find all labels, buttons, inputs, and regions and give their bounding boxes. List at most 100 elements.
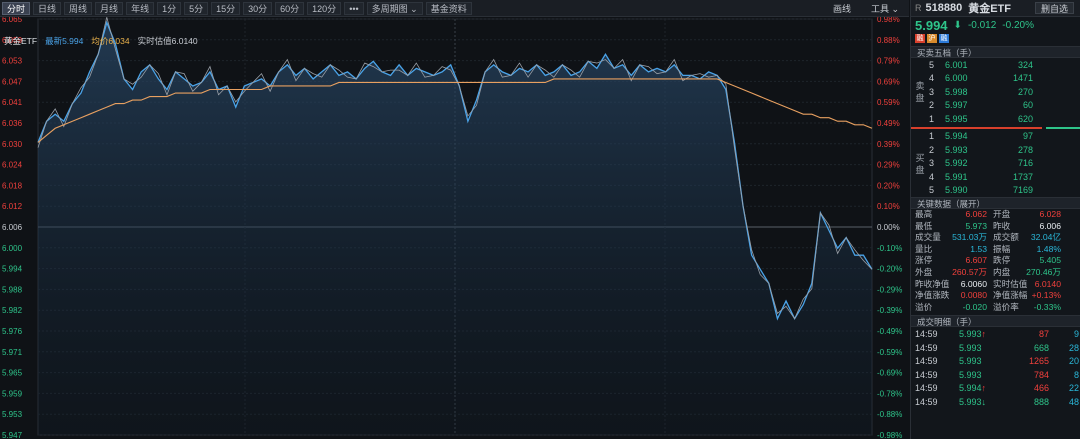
tick-price: 5.993↑ — [959, 329, 987, 340]
bid-level: 3 — [929, 158, 935, 169]
y2-tick-label: -0.49% — [877, 327, 902, 336]
keydata-label: 昨收 — [993, 220, 1011, 231]
keydata-label: 溢价 — [915, 301, 933, 312]
keydata-value: 270.46万 — [1026, 266, 1061, 277]
keydata-value: -0.020 — [962, 301, 987, 312]
keydata-label: 开盘 — [993, 209, 1011, 219]
legend-name: 黄金ETF — [4, 36, 38, 46]
keydata-grid: 最高 6.062 开盘 6.028 最低 5.973 昨收 6.006 成交量 531.03万 成交… — [911, 209, 1080, 313]
period-tab-1[interactable]: 日线 — [33, 1, 62, 15]
period-tab-8[interactable]: 30分 — [243, 1, 273, 15]
price-row: 5.994 ⬇ -0.012 -0.20% — [911, 17, 1080, 33]
up-arrow-icon: ↑ — [981, 329, 987, 340]
draw-line-button[interactable]: 画线 — [833, 2, 851, 15]
y2-tick-label: 0.10% — [877, 202, 900, 211]
bid-volume: 278 — [1017, 144, 1033, 155]
period-tab-7[interactable]: 15分 — [211, 1, 241, 15]
period-tab-2[interactable]: 周线 — [64, 1, 93, 15]
keydata-value: 6.0140 — [1034, 278, 1061, 289]
keydata-label: 实时估值 — [993, 278, 1028, 289]
period-tab-0[interactable]: 分时 — [2, 1, 31, 15]
bid-row: 1 5.994 97 — [911, 130, 1080, 144]
ask-volume: 620 — [1017, 113, 1033, 124]
tick-volume: 784 — [1033, 369, 1049, 380]
sell-label: 卖盘 — [915, 81, 925, 103]
price-pct: -0.20% — [1002, 19, 1034, 31]
ask-level: 5 — [929, 59, 935, 70]
keydata-value: 6.028 — [1039, 209, 1061, 219]
bid-row: 3 5.992 716 — [911, 157, 1080, 171]
y2-tick-label: 0.69% — [877, 77, 900, 86]
intraday-chart[interactable]: 6.065 0.98% 6.059 0.88% 6.053 0.79% 6.047 0.69%… — [0, 17, 909, 439]
trading-app: 分时 日线 周线 月线 年线 1分 5分 15分 30分 60分 120分 ••• 多周期图 ⌄ 基金资料… — [0, 0, 1080, 439]
period-tab-9[interactable]: 60分 — [275, 1, 305, 15]
y-tick-label: 5.959 — [2, 389, 23, 398]
bid-price: 5.993 — [945, 144, 968, 155]
ask-price: 5.998 — [945, 86, 968, 97]
bid-row: 4 5.991 1737 — [911, 170, 1080, 184]
y-tick-label: 6.012 — [2, 202, 23, 211]
bid-volume: 1737 — [1012, 171, 1033, 182]
tick-row: 14:59 5.993 1265 20 — [911, 354, 1080, 368]
y2-tick-label: 0.49% — [877, 119, 900, 128]
period-tab-5[interactable]: 1分 — [157, 1, 182, 15]
orderbook: 卖盘 5 6.001 324 4 6.000 1471 3 5.998 270 2 5.997 60 1… — [911, 58, 1080, 197]
bid-level: 5 — [929, 185, 935, 196]
bid-level: 2 — [929, 144, 935, 155]
keydata-value: 531.03万 — [952, 232, 987, 243]
toolbar-right: 画线 工具 ⌄ — [813, 2, 899, 15]
tools-button[interactable]: 工具 ⌄ — [871, 2, 899, 15]
tick-time: 14:59 — [915, 356, 938, 367]
legend-latest: 最新5.994 — [45, 36, 84, 46]
chart-toolbar: 分时 日线 周线 月线 年线 1分 5分 15分 30分 60分 120分 ••• 多周期图 ⌄ 基金资料… — [0, 0, 909, 17]
tick-volume: 888 — [1033, 396, 1049, 407]
y2-tick-label: -0.78% — [877, 389, 902, 398]
period-tab-6[interactable]: 5分 — [184, 1, 209, 15]
y2-tick-label: -0.39% — [877, 306, 902, 315]
ask-row: 1 5.995 620 — [911, 112, 1080, 126]
y2-tick-label: -0.59% — [877, 348, 902, 357]
period-tab-10[interactable]: 120分 — [307, 1, 342, 15]
bid-volume: 97 — [1022, 131, 1033, 142]
tick-count: 20 — [1068, 356, 1079, 367]
ask-level: 1 — [929, 113, 935, 124]
period-tab-11[interactable]: ••• — [344, 1, 364, 15]
period-tab-13[interactable]: 基金资料 — [425, 1, 472, 15]
y-tick-label: 6.030 — [2, 140, 23, 149]
y2-tick-label: 0.98% — [877, 17, 900, 24]
keydata-label: 跌停 — [993, 255, 1011, 266]
tick-volume: 466 — [1033, 383, 1049, 394]
ask-price: 6.001 — [945, 59, 968, 70]
bid-price: 5.992 — [945, 158, 968, 169]
keydata-title[interactable]: 关键数据（展开） — [911, 197, 1080, 209]
keydata-value: 6.006 — [1039, 220, 1061, 231]
ask-price: 5.997 — [945, 100, 968, 111]
y-tick-label: 6.041 — [2, 98, 23, 107]
badge-sh: 沪 — [927, 33, 937, 43]
ask-price: 5.995 — [945, 113, 968, 124]
keydata-label: 外盘 — [915, 266, 933, 277]
remove-watchlist-button[interactable]: 删自选 — [1034, 2, 1074, 14]
y-tick-label: 5.965 — [2, 369, 23, 378]
bid-level: 4 — [929, 171, 935, 182]
period-tab-4[interactable]: 年线 — [126, 1, 155, 15]
y2-tick-label: 0.79% — [877, 57, 900, 66]
period-tab-12[interactable]: 多周期图 ⌄ — [366, 1, 423, 15]
y2-tick-label: -0.69% — [877, 369, 902, 378]
keydata-label: 最低 — [915, 220, 933, 231]
legend-est: 实时估值6.0140 — [137, 36, 198, 46]
keydata-label: 振幅 — [993, 243, 1011, 254]
tick-time: 14:59 — [915, 342, 938, 353]
keydata-label: 涨停 — [915, 255, 933, 266]
ask-row: 5 6.001 324 — [911, 58, 1080, 72]
ticks-list: 14:59 5.993↑ 87 9 14:59 5.993 668 28 14:59 5.993 1… — [911, 327, 1080, 408]
y-tick-label: 6.000 — [2, 244, 23, 253]
y2-tick-label: 0.29% — [877, 161, 900, 170]
intraday-chart-svg[interactable]: 6.065 0.98%6.059 0.88%6.053 0.79%6.047 0.69%… — [0, 17, 909, 439]
tick-price: 5.994↑ — [959, 383, 987, 394]
period-tab-3[interactable]: 月线 — [95, 1, 124, 15]
orderbook-title: 买卖五档（手） — [911, 46, 1080, 58]
down-arrow-icon: ↓ — [981, 396, 987, 407]
keydata-label: 净值涨幅 — [993, 290, 1028, 301]
keydata-label: 昨收净值 — [915, 278, 950, 289]
